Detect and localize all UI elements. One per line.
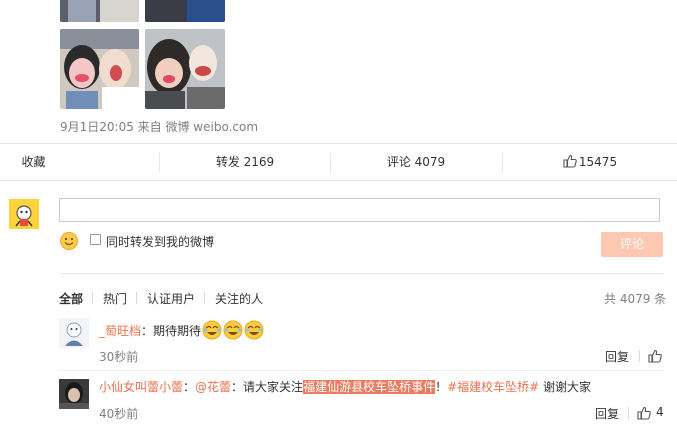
collect-label: 收藏 xyxy=(21,155,46,169)
laugh-cry-emoji-icon xyxy=(244,320,264,340)
comment-text: ：请大家关注 xyxy=(231,380,304,394)
weibo-post-card: 9月1日20:05 来自 微博 weibo.com 收藏 转发 2169 评论 … xyxy=(0,0,677,428)
name-separator: ： xyxy=(141,324,154,338)
post-photo-3[interactable] xyxy=(60,29,139,109)
filter-hot[interactable]: 热门 xyxy=(103,290,127,307)
comment-total: 共 4079 条 xyxy=(604,292,667,306)
also-repost-checkbox[interactable] xyxy=(90,234,101,245)
mention-link[interactable]: @花蕾 xyxy=(195,380,231,394)
commenter-name[interactable]: _萄旺档 xyxy=(99,324,141,338)
name-separator: ： xyxy=(183,380,196,394)
thumbs-up-icon[interactable] xyxy=(648,349,662,363)
avatar-image xyxy=(9,199,39,229)
commenter-avatar[interactable] xyxy=(59,318,89,348)
post-photo-2[interactable] xyxy=(145,0,225,22)
reply-button[interactable]: 回复 xyxy=(595,405,619,422)
repost-label: 转发 2169 xyxy=(215,155,275,169)
divider xyxy=(628,407,629,419)
post-action-bar: 收藏 转发 2169 评论 4079 15475 xyxy=(0,143,677,181)
post-photo-1[interactable] xyxy=(60,0,139,22)
thumbs-up-icon[interactable] xyxy=(637,406,651,420)
thumbs-up-icon xyxy=(563,154,577,168)
avatar-image xyxy=(59,318,89,348)
photo-image xyxy=(60,0,139,22)
comment-time: 40秒前 xyxy=(99,407,139,421)
comment-body: _萄旺档：期待期待 xyxy=(99,320,264,340)
emoji-icon[interactable] xyxy=(59,231,79,251)
filter-following[interactable]: 关注的人 xyxy=(215,290,263,307)
filter-all[interactable]: 全部 xyxy=(59,290,83,307)
comment-text: 谢谢大家 xyxy=(539,380,592,394)
photo-image xyxy=(145,0,225,22)
comment-text: 期待期待 xyxy=(153,324,202,338)
comment-label: 评论 4079 xyxy=(386,155,446,169)
highlighted-keyword[interactable]: 福建仙游县校车坠桥事件 xyxy=(303,380,436,394)
like-count: 4 xyxy=(656,405,664,419)
divider xyxy=(59,370,664,371)
commenter-name[interactable]: 小仙女叫蕾小蕾 xyxy=(99,380,183,394)
divider xyxy=(639,350,640,362)
post-meta: 9月1日20:05 来自 微博 weibo.com xyxy=(60,120,259,134)
comment-text: ！ xyxy=(435,380,448,394)
avatar-image xyxy=(59,379,89,409)
comment-input[interactable] xyxy=(59,198,660,222)
my-avatar[interactable] xyxy=(9,199,39,229)
submit-comment-button[interactable]: 评论 xyxy=(601,232,663,257)
topic-link[interactable]: #福建校车坠桥# xyxy=(447,380,539,394)
laugh-cry-emoji-icon xyxy=(202,320,222,340)
divider xyxy=(92,292,93,304)
divider xyxy=(59,273,664,274)
filter-verified[interactable]: 认证用户 xyxy=(147,290,195,307)
like-button[interactable]: 15475 xyxy=(503,144,677,181)
divider xyxy=(204,292,205,304)
commenter-avatar[interactable] xyxy=(59,379,89,409)
like-count: 15475 xyxy=(578,155,618,169)
photo-image xyxy=(60,29,139,109)
photo-image xyxy=(145,29,225,109)
post-photo-4[interactable] xyxy=(145,29,225,109)
comment-time: 30秒前 xyxy=(99,350,139,364)
collect-button[interactable]: 收藏 xyxy=(0,144,159,181)
laugh-cry-emoji-icon xyxy=(223,320,243,340)
comment-body: 小仙女叫蕾小蕾：@花蕾：请大家关注福建仙游县校车坠桥事件！#福建校车坠桥# 谢谢… xyxy=(99,378,591,395)
reply-button[interactable]: 回复 xyxy=(605,348,629,365)
repost-button[interactable]: 转发 2169 xyxy=(160,144,330,181)
also-repost-label: 同时转发到我的微博 xyxy=(106,235,215,249)
divider xyxy=(136,292,137,304)
comment-button[interactable]: 评论 4079 xyxy=(331,144,501,181)
